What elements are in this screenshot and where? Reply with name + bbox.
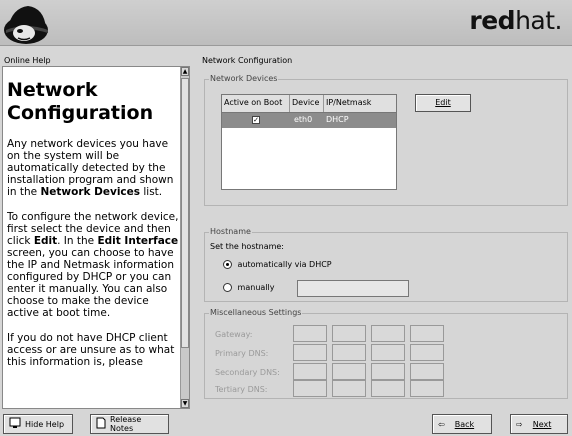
next-button[interactable]: ⇨ Next	[510, 414, 568, 434]
help-scrollbar[interactable]: ▲ ▼	[180, 67, 189, 408]
scroll-up-arrow-icon[interactable]: ▲	[181, 67, 189, 76]
hostname-manual-label: manually	[237, 283, 275, 292]
tertiary-dns-octet-1	[293, 380, 327, 397]
release-notes-label: Release Notes	[110, 415, 142, 433]
network-devices-title: Network Devices	[209, 74, 279, 83]
primary-dns-octet-4	[410, 344, 444, 361]
devices-table-header: Active on Boot Device IP/Netmask	[222, 95, 396, 113]
brand-bold: red	[469, 6, 516, 35]
help-paragraph-3: If you do not have DHCP client access or…	[7, 332, 175, 368]
primary-dns-label: Primary DNS:	[215, 349, 269, 358]
primary-dns-octet-1	[293, 344, 327, 361]
tertiary-dns-label: Tertiary DNS:	[215, 385, 268, 394]
secondary-dns-label: Secondary DNS:	[215, 368, 280, 377]
secondary-dns-octet-2	[332, 363, 366, 380]
help-paragraph-2: To configure the network device, first s…	[7, 211, 179, 319]
column-active-on-boot[interactable]: Active on Boot	[222, 95, 290, 112]
misc-settings-title: Miscellaneous Settings	[209, 308, 303, 317]
gateway-octet-4	[410, 325, 444, 342]
hide-help-label: Hide Help	[25, 419, 65, 429]
primary-dns-octet-2	[332, 344, 366, 361]
active-on-boot-cell[interactable]: ✓	[222, 113, 290, 128]
help-panel: Network Configuration Any network device…	[2, 66, 190, 409]
misc-settings-group: Miscellaneous Settings Gateway: Primary …	[204, 308, 568, 399]
gateway-octet-2	[332, 325, 366, 342]
help-monitor-icon	[9, 417, 21, 431]
secondary-dns-octet-4	[410, 363, 444, 380]
hostname-group: Hostname Set the hostname: automatically…	[204, 227, 568, 302]
tertiary-dns-octet-3	[371, 380, 405, 397]
network-devices-group: Network Devices Active on Boot Device IP…	[204, 74, 568, 206]
back-arrow-icon: ⇦	[438, 419, 445, 429]
gateway-octet-3	[371, 325, 405, 342]
tertiary-dns-octet-4	[410, 380, 444, 397]
page-title: Network Configuration	[202, 56, 293, 65]
redhat-brand: redhat.	[469, 6, 562, 35]
hide-help-button[interactable]: Hide Help	[3, 414, 73, 434]
table-row[interactable]: ✓ eth0 DHCP	[222, 113, 396, 128]
hostname-auto-option[interactable]: automatically via DHCP	[223, 260, 332, 269]
radio-unselected-icon[interactable]	[223, 283, 232, 292]
gateway-label: Gateway:	[215, 330, 253, 339]
secondary-dns-octet-1	[293, 363, 327, 380]
device-cell: eth0	[294, 115, 313, 124]
next-label: Next	[532, 419, 552, 429]
ip-netmask-cell: DHCP	[326, 115, 349, 124]
hostname-title: Hostname	[209, 227, 252, 236]
tertiary-dns-octet-2	[332, 380, 366, 397]
next-arrow-icon: ⇨	[516, 419, 523, 429]
edit-button[interactable]: Edit	[415, 94, 471, 112]
column-ip-netmask[interactable]: IP/Netmask	[324, 95, 396, 112]
document-icon	[96, 417, 106, 431]
hostname-manual-option[interactable]: manually	[223, 283, 274, 292]
hostname-input[interactable]	[297, 280, 409, 297]
hostname-prompt: Set the hostname:	[210, 242, 285, 251]
back-label: Back	[454, 419, 475, 429]
hostname-auto-label: automatically via DHCP	[237, 260, 332, 269]
help-title: Network Configuration	[7, 79, 154, 124]
devices-table[interactable]: Active on Boot Device IP/Netmask ✓ eth0 …	[221, 94, 397, 190]
release-notes-button[interactable]: Release Notes	[90, 414, 169, 434]
online-help-label: Online Help	[4, 56, 51, 65]
back-button[interactable]: ⇦ Back	[432, 414, 492, 434]
brand-light: hat.	[515, 6, 562, 35]
checkbox-checked-icon[interactable]: ✓	[252, 116, 260, 124]
shadowman-logo-icon	[4, 6, 48, 44]
gateway-octet-1	[293, 325, 327, 342]
radio-selected-icon[interactable]	[223, 260, 232, 269]
column-device[interactable]: Device	[290, 95, 324, 112]
installer-header: redhat.	[0, 0, 572, 46]
secondary-dns-octet-3	[371, 363, 405, 380]
help-text: Network Configuration Any network device…	[7, 79, 179, 409]
help-paragraph-1: Any network devices you have on the syst…	[7, 138, 174, 198]
scroll-thumb[interactable]	[181, 78, 189, 348]
primary-dns-octet-3	[371, 344, 405, 361]
scroll-down-arrow-icon[interactable]: ▼	[181, 399, 189, 408]
